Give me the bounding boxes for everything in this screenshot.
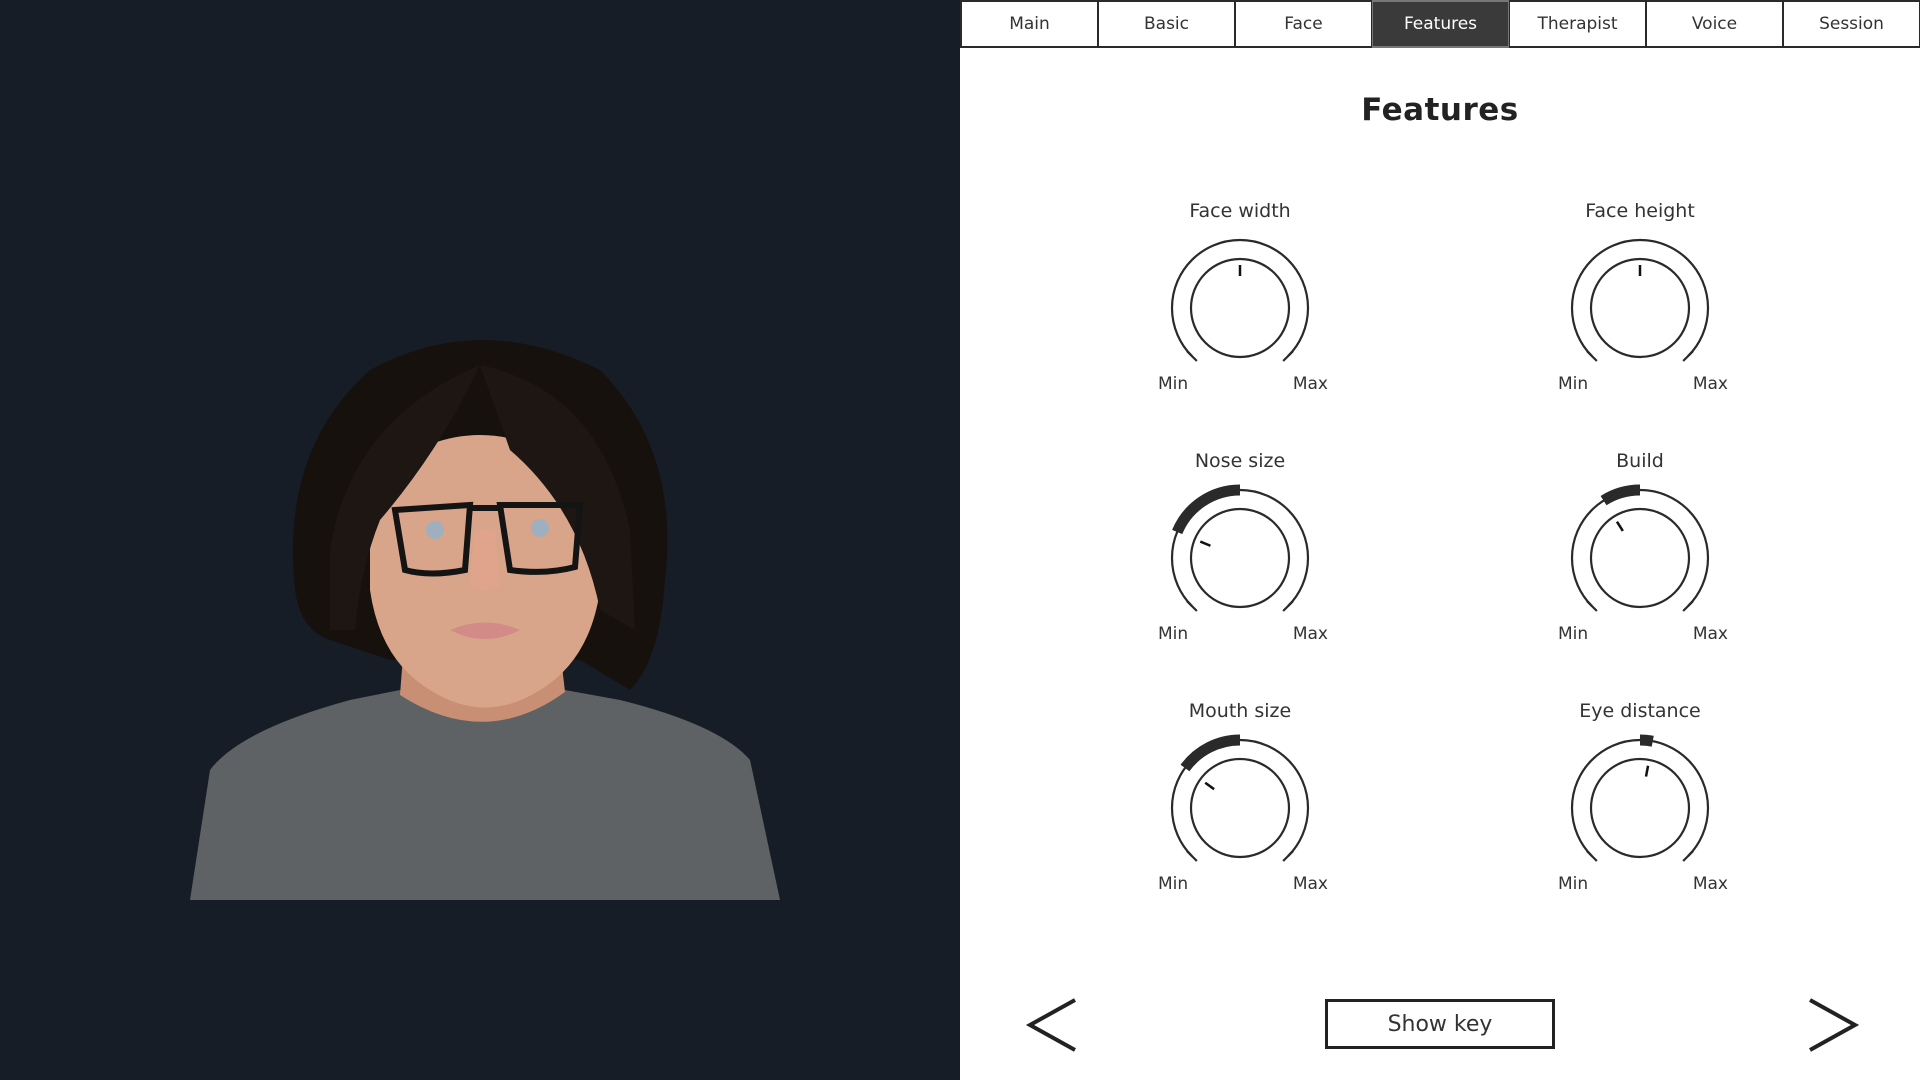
min-label: Min [1558, 624, 1589, 644]
min-label: Min [1158, 374, 1189, 394]
knob-body [1189, 757, 1291, 859]
previous-button[interactable] [1025, 995, 1085, 1055]
min-tick [1186, 350, 1198, 362]
avatar-nose [470, 530, 500, 590]
max-label: Max [1692, 374, 1728, 394]
knob-build: Build Min Max [1540, 450, 1740, 670]
knob-face-height: Face height Min Max [1540, 200, 1740, 420]
min-label: Min [1158, 874, 1189, 894]
next-button[interactable] [1800, 995, 1860, 1055]
max-tick [1682, 350, 1694, 362]
avatar-eye-right [531, 519, 549, 537]
knob-label: Nose size [1194, 450, 1286, 472]
min-label: Min [1558, 374, 1589, 394]
knob-value-arc [1639, 734, 1654, 747]
tab-voice[interactable]: Voice [1646, 0, 1783, 48]
tab-face[interactable]: Face [1235, 0, 1372, 48]
max-label: Max [1292, 374, 1328, 394]
min-label: Min [1158, 624, 1189, 644]
tab-bar: Main Basic Face Features Therapist Voice… [960, 0, 1920, 51]
chevron-left-icon [1025, 998, 1076, 1052]
max-tick [1682, 600, 1694, 612]
min-tick [1186, 850, 1198, 862]
tab-session[interactable]: Session [1783, 0, 1920, 48]
knob-dial[interactable] [1560, 728, 1720, 888]
knob-body [1589, 757, 1691, 859]
knob-label: Build [1616, 450, 1664, 472]
knob-label: Face height [1585, 200, 1695, 222]
knob-label: Face width [1189, 200, 1291, 222]
chevron-right-icon [1809, 998, 1860, 1052]
knob-dial[interactable] [1560, 478, 1720, 638]
knob-nose-size: Nose size Min Max [1140, 450, 1340, 670]
knob-label: Mouth size [1188, 700, 1292, 722]
knob-mouth-size: Mouth size Min Max [1140, 700, 1340, 920]
knob-dial[interactable] [1160, 478, 1320, 638]
tab-therapist[interactable]: Therapist [1509, 0, 1646, 48]
knob-label: Eye distance [1579, 700, 1701, 722]
min-label: Min [1558, 874, 1589, 894]
tab-main[interactable]: Main [960, 0, 1098, 48]
knob-dial[interactable] [1160, 228, 1320, 388]
knob-face-width: Face width Min Max [1140, 200, 1340, 420]
knob-value-arc [1600, 484, 1641, 506]
max-label: Max [1692, 624, 1728, 644]
max-label: Max [1692, 874, 1728, 894]
page-title: Features [1361, 92, 1519, 128]
knob-dial[interactable] [1160, 728, 1320, 888]
min-tick [1186, 600, 1198, 612]
min-tick [1586, 850, 1598, 862]
avatar-viewport [0, 0, 960, 1080]
max-label: Max [1292, 874, 1328, 894]
max-tick [1282, 850, 1294, 862]
min-tick [1586, 600, 1598, 612]
tab-basic[interactable]: Basic [1098, 0, 1235, 48]
max-tick [1282, 600, 1294, 612]
avatar-eye-left [426, 521, 444, 539]
max-label: Max [1292, 624, 1328, 644]
knob-body [1589, 507, 1691, 609]
max-tick [1282, 350, 1294, 362]
knob-dial[interactable] [1560, 228, 1720, 388]
max-tick [1682, 850, 1694, 862]
show-key-button[interactable]: Show key [1325, 999, 1555, 1049]
tab-features[interactable]: Features [1372, 0, 1509, 48]
knob-body [1189, 507, 1291, 609]
avatar-3d-model [190, 340, 780, 900]
min-tick [1586, 350, 1598, 362]
knob-eye-distance: Eye distance Min Max [1540, 700, 1740, 920]
settings-panel: Main Basic Face Features Therapist Voice… [960, 0, 1920, 1080]
